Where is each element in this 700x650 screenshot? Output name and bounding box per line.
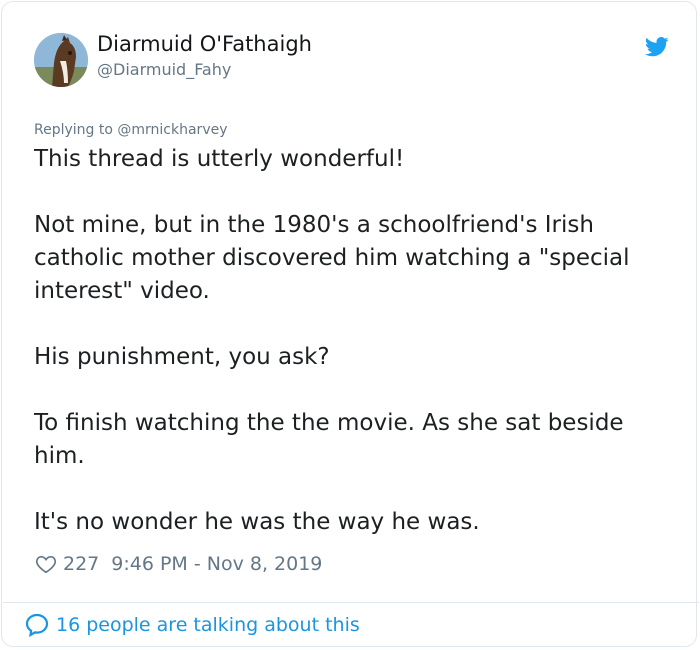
replying-to-label: Replying to	[34, 122, 113, 138]
talking-link[interactable]: 16 people are talking about this	[24, 612, 360, 638]
author-name[interactable]: Diarmuid O'Fathaigh	[97, 32, 312, 56]
replying-to: Replying to @mrnickharvey	[34, 122, 228, 138]
tweet-paragraph: It's no wonder he was the way he was.	[34, 509, 480, 535]
twitter-bird-icon[interactable]	[645, 37, 669, 57]
speech-bubble-icon	[25, 613, 49, 638]
author-avatar[interactable]	[34, 33, 88, 87]
tweet-timestamp[interactable]: 9:46 PM - Nov 8, 2019	[111, 553, 322, 575]
heart-icon[interactable]	[35, 553, 57, 575]
footer-divider	[3, 602, 699, 603]
tweet-paragraph: Not mine, but in the 1980's a schoolfrie…	[34, 212, 630, 304]
talking-text[interactable]: 16 people are talking about this	[56, 614, 360, 636]
tweet-paragraph: To finish watching the the movie. As she…	[34, 410, 624, 469]
author-handle[interactable]: @Diarmuid_Fahy	[97, 60, 231, 79]
tweet-paragraph: This thread is utterly wonderful!	[34, 146, 405, 172]
reply-mention-link[interactable]: @mrnickharvey	[117, 122, 227, 138]
tweet-paragraph: His punishment, you ask?	[34, 344, 330, 370]
tweet-text: This thread is utterly wonderful! Not mi…	[34, 143, 674, 539]
like-count[interactable]: 227	[63, 553, 99, 575]
horse-photo-avatar	[34, 33, 88, 87]
tweet-card: Diarmuid O'Fathaigh @Diarmuid_Fahy Reply…	[1, 1, 699, 647]
tweet-meta: 227 9:46 PM - Nov 8, 2019	[35, 550, 322, 578]
